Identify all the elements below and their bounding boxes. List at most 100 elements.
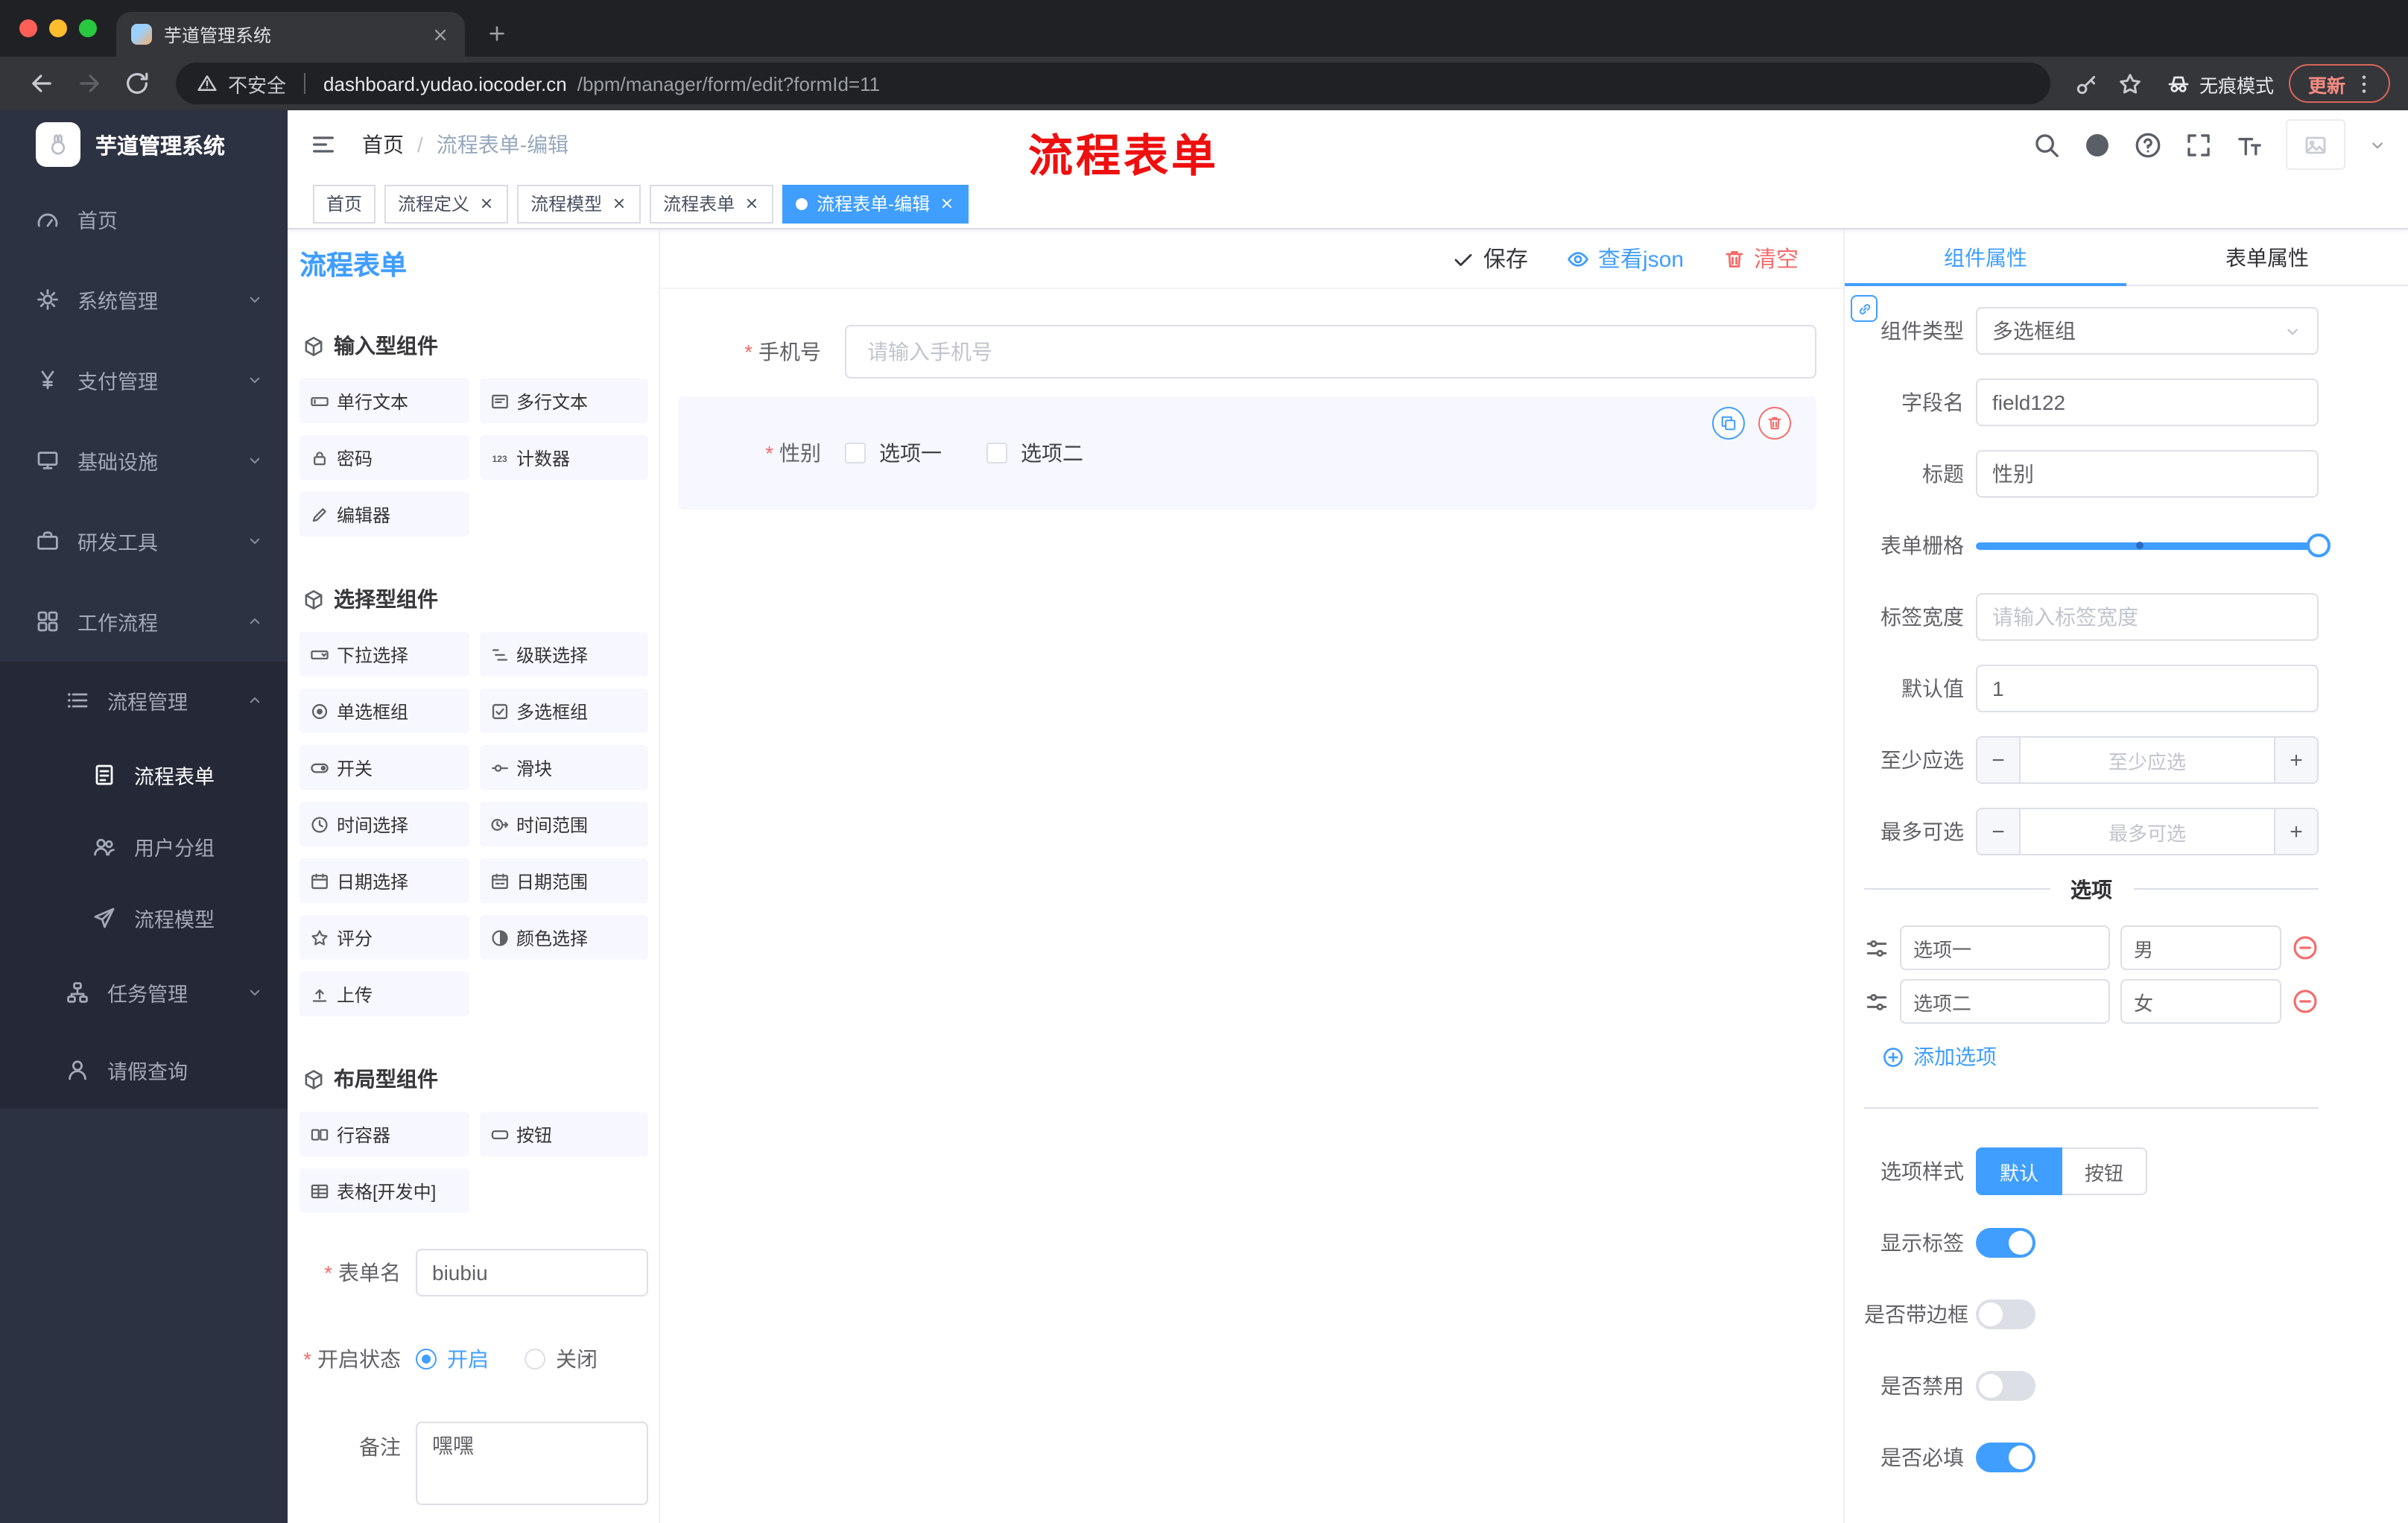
- view-json-button[interactable]: 查看json: [1567, 243, 1684, 274]
- reload-icon[interactable]: [124, 70, 150, 97]
- minimize-window-button[interactable]: [49, 19, 67, 37]
- minus-button[interactable]: −: [1977, 738, 2021, 782]
- slider-handle[interactable]: [2307, 533, 2331, 557]
- bookmark-star-icon[interactable]: [2117, 71, 2143, 96]
- sidebar-item-devtools[interactable]: 研发工具: [0, 501, 288, 581]
- plus-button[interactable]: +: [2274, 738, 2317, 782]
- sidebar-item-workflow[interactable]: 工作流程: [0, 581, 288, 662]
- show-label-toggle[interactable]: [1976, 1228, 2035, 1258]
- delete-field-button[interactable]: [1758, 407, 1791, 440]
- option-value-input[interactable]: [2120, 925, 2281, 970]
- tag-process-form[interactable]: 流程表单: [650, 184, 774, 223]
- copy-field-button[interactable]: [1712, 407, 1745, 440]
- sidebar-item-home[interactable]: 首页: [0, 179, 288, 259]
- field-name-input[interactable]: [1976, 379, 2319, 426]
- breadcrumb-home[interactable]: 首页: [362, 130, 404, 159]
- sidebar-fold-icon[interactable]: [310, 131, 337, 158]
- github-icon[interactable]: [2083, 130, 2111, 159]
- component-multi-text[interactable]: 多行文本: [479, 379, 648, 423]
- add-option-button[interactable]: 添加选项: [1882, 1042, 2319, 1071]
- close-window-button[interactable]: [19, 19, 37, 37]
- sidebar-item-task-management[interactable]: 任务管理: [0, 954, 288, 1031]
- option-name-input[interactable]: [1900, 979, 2110, 1024]
- component-time-range[interactable]: 时间范围: [479, 802, 648, 846]
- zoom-window-button[interactable]: [79, 19, 97, 37]
- option-value-input[interactable]: [2120, 979, 2281, 1024]
- remove-option-icon[interactable]: [2292, 988, 2319, 1015]
- component-counter[interactable]: 123 计数器: [479, 435, 648, 480]
- sidebar-item-payment[interactable]: 支付管理: [0, 340, 288, 420]
- tag-home[interactable]: 首页: [313, 184, 376, 223]
- option-name-input[interactable]: [1900, 925, 2110, 970]
- gender-option-1[interactable]: 选项一: [845, 438, 942, 468]
- component-table[interactable]: 表格[开发中]: [300, 1168, 469, 1213]
- font-size-icon[interactable]: [2235, 130, 2263, 159]
- gender-option-2[interactable]: 选项二: [986, 438, 1083, 468]
- avatar[interactable]: [2286, 119, 2345, 170]
- browser-menu-icon[interactable]: [2353, 72, 2375, 95]
- disabled-toggle[interactable]: [1976, 1371, 2035, 1401]
- plus-button[interactable]: +: [2274, 809, 2317, 854]
- component-upload[interactable]: 上传: [300, 972, 469, 1016]
- sidebar-item-process-model[interactable]: 流程模型: [0, 882, 288, 954]
- close-icon[interactable]: [611, 195, 627, 212]
- component-rate[interactable]: 评分: [300, 915, 469, 960]
- status-radio-off[interactable]: 关闭: [525, 1344, 598, 1374]
- field-gender-selected[interactable]: 性别 选项一 选项二: [678, 396, 1816, 510]
- component-switch[interactable]: 开关: [300, 745, 469, 790]
- sidebar-item-system[interactable]: 系统管理: [0, 259, 288, 340]
- component-date-range[interactable]: 日期范围: [479, 858, 648, 903]
- minus-button[interactable]: −: [1977, 809, 2021, 854]
- browser-update-button[interactable]: 更新: [2288, 64, 2390, 103]
- remove-option-icon[interactable]: [2292, 934, 2319, 961]
- forward-icon[interactable]: [76, 70, 103, 97]
- close-icon[interactable]: [939, 195, 955, 212]
- tag-process-form-edit[interactable]: 流程表单-编辑: [782, 184, 969, 223]
- max-select-placeholder[interactable]: 最多可选: [2021, 809, 2274, 854]
- tab-close-icon[interactable]: [431, 25, 450, 44]
- component-type-select[interactable]: 多选框组: [1976, 307, 2319, 355]
- grid-slider[interactable]: [1976, 522, 2331, 569]
- save-button[interactable]: 保存: [1452, 243, 1528, 274]
- status-radio-on[interactable]: 开启: [416, 1344, 489, 1374]
- sidebar-item-user-group[interactable]: 用户分组: [0, 811, 288, 882]
- password-manager-icon[interactable]: [2074, 71, 2100, 96]
- min-select-placeholder[interactable]: 至少应选: [2021, 738, 2274, 782]
- tab-form-props[interactable]: 表单属性: [2126, 229, 2408, 285]
- component-password[interactable]: 密码: [300, 435, 469, 480]
- browser-tab[interactable]: 芋道管理系统: [116, 12, 465, 57]
- new-tab-button[interactable]: [486, 22, 508, 45]
- option-style-default[interactable]: 默认: [1976, 1147, 2063, 1195]
- component-slider[interactable]: 滑块: [479, 745, 648, 790]
- fullscreen-icon[interactable]: [2184, 130, 2213, 159]
- component-checkbox-group[interactable]: 多选框组: [479, 688, 648, 733]
- component-select[interactable]: 下拉选择: [300, 632, 469, 677]
- question-icon[interactable]: [2134, 130, 2162, 159]
- address-bar[interactable]: 不安全 dashboard.yudao.iocoder.cn/bpm/manag…: [176, 63, 2050, 104]
- tag-process-definition[interactable]: 流程定义: [384, 184, 509, 223]
- border-toggle[interactable]: [1976, 1299, 2035, 1329]
- sidebar-item-infrastructure[interactable]: 基础设施: [0, 420, 288, 501]
- sidebar-item-leave-query[interactable]: 请假查询: [0, 1031, 288, 1109]
- option-style-button[interactable]: 按钮: [2062, 1147, 2148, 1195]
- component-date-picker[interactable]: 日期选择: [300, 858, 469, 903]
- remark-textarea[interactable]: 嘿嘿: [416, 1422, 648, 1505]
- component-button[interactable]: 按钮: [479, 1112, 648, 1156]
- component-editor[interactable]: 编辑器: [300, 492, 469, 536]
- tag-process-model[interactable]: 流程模型: [517, 184, 641, 223]
- component-color-picker[interactable]: 颜色选择: [479, 915, 648, 960]
- component-doc-link-icon[interactable]: [1851, 295, 1878, 322]
- component-time-picker[interactable]: 时间选择: [300, 802, 469, 846]
- sidebar-item-process-form[interactable]: 流程表单: [0, 739, 288, 811]
- component-single-text[interactable]: 单行文本: [300, 379, 469, 423]
- label-width-input[interactable]: [1976, 593, 2319, 641]
- drag-handle-icon[interactable]: [1864, 989, 1889, 1014]
- default-value-input[interactable]: [1976, 665, 2319, 712]
- phone-input[interactable]: [845, 325, 1816, 379]
- form-name-input[interactable]: [416, 1249, 648, 1296]
- tab-component-props[interactable]: 组件属性: [1845, 229, 2126, 286]
- component-row-container[interactable]: 行容器: [300, 1112, 469, 1156]
- drag-handle-icon[interactable]: [1864, 935, 1889, 960]
- field-phone[interactable]: 手机号: [678, 325, 1816, 379]
- avatar-caret-icon[interactable]: [2368, 135, 2387, 154]
